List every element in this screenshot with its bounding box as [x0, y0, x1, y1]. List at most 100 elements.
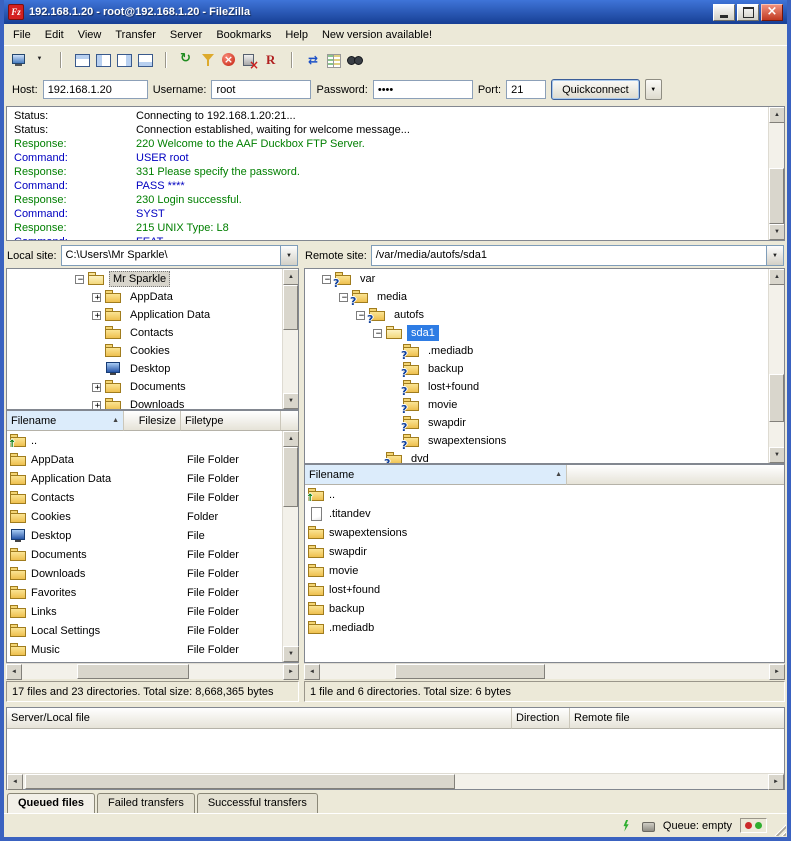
reconnect-button[interactable] — [261, 49, 281, 71]
sync-browsing-button[interactable] — [303, 49, 323, 71]
speed-limit-icon[interactable] — [619, 819, 633, 833]
tree-row[interactable]: Documents — [7, 378, 282, 396]
menu-new-version[interactable]: New version available! — [315, 25, 439, 45]
site-manager-dropdown[interactable] — [30, 49, 50, 71]
scroll-right-icon[interactable]: ► — [768, 774, 784, 790]
local-list-hscrollbar[interactable]: ◄ ► — [6, 663, 299, 679]
disconnect-button[interactable] — [240, 49, 260, 71]
file-row[interactable]: backup — [305, 599, 784, 618]
scroll-left-icon[interactable]: ◄ — [6, 664, 22, 680]
file-row[interactable]: Cookies Folder — [7, 507, 282, 526]
log-scrollbar[interactable]: ▲ ▼ — [768, 107, 784, 240]
queue-hscrollbar[interactable]: ◄ ► — [7, 773, 784, 789]
tree-row[interactable]: .mediadb — [305, 342, 768, 360]
file-row[interactable]: Desktop File — [7, 526, 282, 545]
toolbar-separator[interactable] — [156, 49, 176, 71]
toggle-remote-tree-button[interactable] — [114, 49, 134, 71]
chevron-down-icon[interactable]: ▼ — [280, 246, 297, 265]
tree-row[interactable]: Mr Sparkle — [7, 270, 282, 288]
scroll-up-icon[interactable]: ▲ — [283, 269, 299, 285]
file-row[interactable]: Local Settings File Folder — [7, 621, 282, 640]
menu-file[interactable]: File — [6, 25, 38, 45]
expander-icon[interactable] — [92, 383, 101, 392]
scrollbar-thumb[interactable] — [283, 447, 298, 507]
scroll-down-icon[interactable]: ▼ — [769, 447, 785, 463]
toggle-local-tree-button[interactable] — [93, 49, 113, 71]
tab-queued-files[interactable]: Queued files — [7, 793, 95, 813]
scroll-left-icon[interactable]: ◄ — [304, 664, 320, 680]
expander-icon[interactable] — [75, 275, 84, 284]
tree-row[interactable]: media — [305, 288, 768, 306]
file-row[interactable]: Contacts File Folder — [7, 488, 282, 507]
scroll-down-icon[interactable]: ▼ — [769, 224, 785, 240]
column-header-server-local-file[interactable]: Server/Local file — [7, 708, 512, 729]
socket-icon[interactable] — [641, 819, 655, 833]
file-row[interactable]: Downloads File Folder — [7, 564, 282, 583]
remote-site-combo[interactable]: /var/media/autofs/sda1 ▼ — [371, 245, 784, 266]
tree-row[interactable]: AppData — [7, 288, 282, 306]
scroll-right-icon[interactable]: ► — [769, 664, 785, 680]
expander-icon[interactable] — [92, 293, 101, 302]
scrollbar-thumb[interactable] — [283, 285, 298, 330]
scroll-right-icon[interactable]: ► — [283, 664, 299, 680]
menu-server[interactable]: Server — [163, 25, 209, 45]
tab-successful-transfers[interactable]: Successful transfers — [197, 793, 318, 813]
host-input[interactable] — [43, 80, 148, 99]
password-input[interactable] — [373, 80, 473, 99]
file-row[interactable]: movie — [305, 561, 784, 580]
tree-row[interactable]: Application Data — [7, 306, 282, 324]
close-button[interactable] — [761, 4, 783, 21]
file-row[interactable]: AppData File Folder — [7, 450, 282, 469]
column-header-filetype[interactable]: Filetype — [181, 411, 281, 431]
tree-row[interactable]: swapextensions — [305, 432, 768, 450]
local-tree-scrollbar[interactable]: ▲ ▼ — [282, 269, 298, 409]
column-header-filename[interactable]: Filename▲ — [305, 465, 567, 485]
scrollbar-thumb[interactable] — [25, 774, 455, 789]
local-list-scrollbar[interactable]: ▲ ▼ — [282, 431, 298, 662]
tree-row[interactable]: sda1 — [305, 324, 768, 342]
toolbar-separator[interactable] — [51, 49, 71, 71]
local-site-combo[interactable]: C:\Users\Mr Sparkle\ ▼ — [61, 245, 298, 266]
scroll-down-icon[interactable]: ▼ — [283, 393, 299, 409]
expander-icon[interactable] — [373, 329, 382, 338]
toggle-log-button[interactable] — [72, 49, 92, 71]
menu-help[interactable]: Help — [278, 25, 315, 45]
scrollbar-thumb[interactable] — [77, 664, 189, 679]
tree-row[interactable]: autofs — [305, 306, 768, 324]
menu-transfer[interactable]: Transfer — [108, 25, 163, 45]
column-header-filename[interactable]: Filename▲ — [7, 411, 124, 431]
tree-row[interactable]: Cookies — [7, 342, 282, 360]
site-manager-button[interactable] — [9, 49, 29, 71]
tree-row[interactable]: swapdir — [305, 414, 768, 432]
file-row[interactable]: Application Data File Folder — [7, 469, 282, 488]
file-row[interactable]: Links File Folder — [7, 602, 282, 621]
tree-row[interactable]: backup — [305, 360, 768, 378]
remote-list-hscrollbar[interactable]: ◄ ► — [304, 663, 785, 679]
scrollbar-thumb[interactable] — [395, 664, 545, 679]
file-row[interactable]: .titandev — [305, 504, 784, 523]
file-row[interactable]: .. — [305, 485, 784, 504]
port-input[interactable] — [506, 80, 546, 99]
tree-row[interactable]: lost+found — [305, 378, 768, 396]
file-row[interactable]: Documents File Folder — [7, 545, 282, 564]
tree-row[interactable]: var — [305, 270, 768, 288]
tree-row[interactable]: Desktop — [7, 360, 282, 378]
quickconnect-dropdown[interactable]: ▼ — [645, 79, 662, 100]
tab-failed-transfers[interactable]: Failed transfers — [97, 793, 195, 813]
scroll-left-icon[interactable]: ◄ — [7, 774, 23, 790]
username-input[interactable] — [211, 80, 311, 99]
menu-view[interactable]: View — [71, 25, 109, 45]
remote-tree-scrollbar[interactable]: ▲ ▼ — [768, 269, 784, 463]
scroll-up-icon[interactable]: ▲ — [769, 269, 785, 285]
file-row[interactable]: lost+found — [305, 580, 784, 599]
menu-edit[interactable]: Edit — [38, 25, 71, 45]
tree-row[interactable]: Downloads — [7, 396, 282, 409]
resize-grip[interactable] — [773, 823, 786, 836]
chevron-down-icon[interactable]: ▼ — [766, 246, 783, 265]
tree-row[interactable]: movie — [305, 396, 768, 414]
menu-bookmarks[interactable]: Bookmarks — [209, 25, 278, 45]
filter-button[interactable] — [198, 49, 218, 71]
file-row[interactable]: Music File Folder — [7, 640, 282, 659]
tree-row[interactable]: Contacts — [7, 324, 282, 342]
toolbar-separator[interactable] — [282, 49, 302, 71]
